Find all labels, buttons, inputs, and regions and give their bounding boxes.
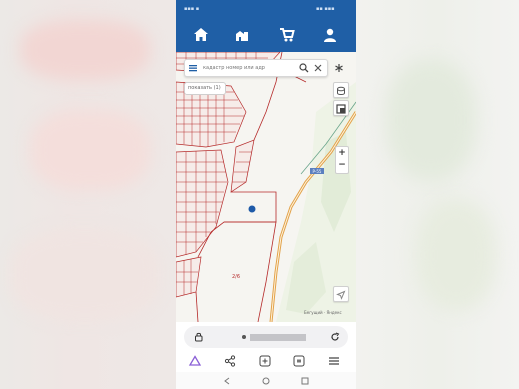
cart-icon: [280, 28, 295, 42]
nav-buildings-button[interactable]: [233, 26, 251, 44]
zoom-control: + −: [335, 146, 349, 174]
menu-icon[interactable]: [327, 354, 341, 368]
new-tab-icon[interactable]: [258, 354, 272, 368]
blurred-background-right: [356, 0, 519, 389]
show-filter-chip[interactable]: показать (1): [184, 82, 226, 95]
recents-icon[interactable]: [300, 376, 310, 386]
app-nav-bar: [176, 18, 356, 52]
search-icon[interactable]: [298, 62, 310, 74]
phone-screen: ▪▪▪ ▪ ▪▪ ▪▪▪ Р-55 2/6 кадастр номер или …: [176, 0, 356, 389]
zoom-in-button[interactable]: +: [336, 147, 348, 159]
map-attribution[interactable]: Бегущий · Яндекс: [304, 310, 342, 315]
status-bar: ▪▪▪ ▪ ▪▪ ▪▪▪: [176, 0, 356, 18]
site-info-icon[interactable]: [193, 331, 205, 343]
nav-user-button[interactable]: [321, 26, 339, 44]
search-bar: [184, 59, 328, 77]
nav-home-button[interactable]: [192, 26, 210, 44]
basemap-icon: [336, 104, 346, 114]
navigation-arrow-icon: [336, 290, 346, 300]
search-input[interactable]: [203, 61, 295, 74]
home-outline-icon[interactable]: [188, 354, 202, 368]
location-marker[interactable]: [248, 205, 256, 213]
secure-dot-icon: [242, 335, 246, 339]
road-label: Р-55: [313, 169, 322, 174]
asterisk-icon[interactable]: [332, 61, 346, 75]
chip-label: показать (1): [188, 85, 221, 91]
reload-icon[interactable]: [329, 331, 341, 343]
nav-cart-button[interactable]: [278, 26, 296, 44]
layers-icon: [337, 86, 345, 95]
locate-button[interactable]: [333, 286, 349, 302]
layers-button[interactable]: [333, 82, 349, 98]
system-nav-bar: [176, 372, 356, 389]
blurred-background-left: [0, 0, 176, 389]
browser-toolbar: [176, 350, 356, 372]
url-text[interactable]: [250, 334, 306, 341]
clear-icon[interactable]: [312, 62, 324, 74]
share-icon[interactable]: [223, 354, 237, 368]
home-circle-icon[interactable]: [261, 376, 271, 386]
tabs-icon[interactable]: [292, 354, 306, 368]
home-icon: [194, 28, 208, 41]
user-icon: [324, 28, 336, 42]
plot-label: 2/6: [232, 274, 240, 280]
buildings-icon: [236, 31, 248, 41]
status-right-icons: ▪▪ ▪▪▪: [316, 6, 335, 12]
menu-icon[interactable]: [187, 62, 199, 74]
zoom-out-button[interactable]: −: [336, 159, 348, 171]
cadastral-map[interactable]: Р-55 2/6 показать (1): [176, 52, 356, 322]
status-left-icons: ▪▪▪ ▪: [184, 6, 200, 12]
browser-url-bar[interactable]: [184, 326, 348, 348]
basemap-button[interactable]: [333, 100, 349, 116]
back-icon[interactable]: [222, 376, 232, 386]
